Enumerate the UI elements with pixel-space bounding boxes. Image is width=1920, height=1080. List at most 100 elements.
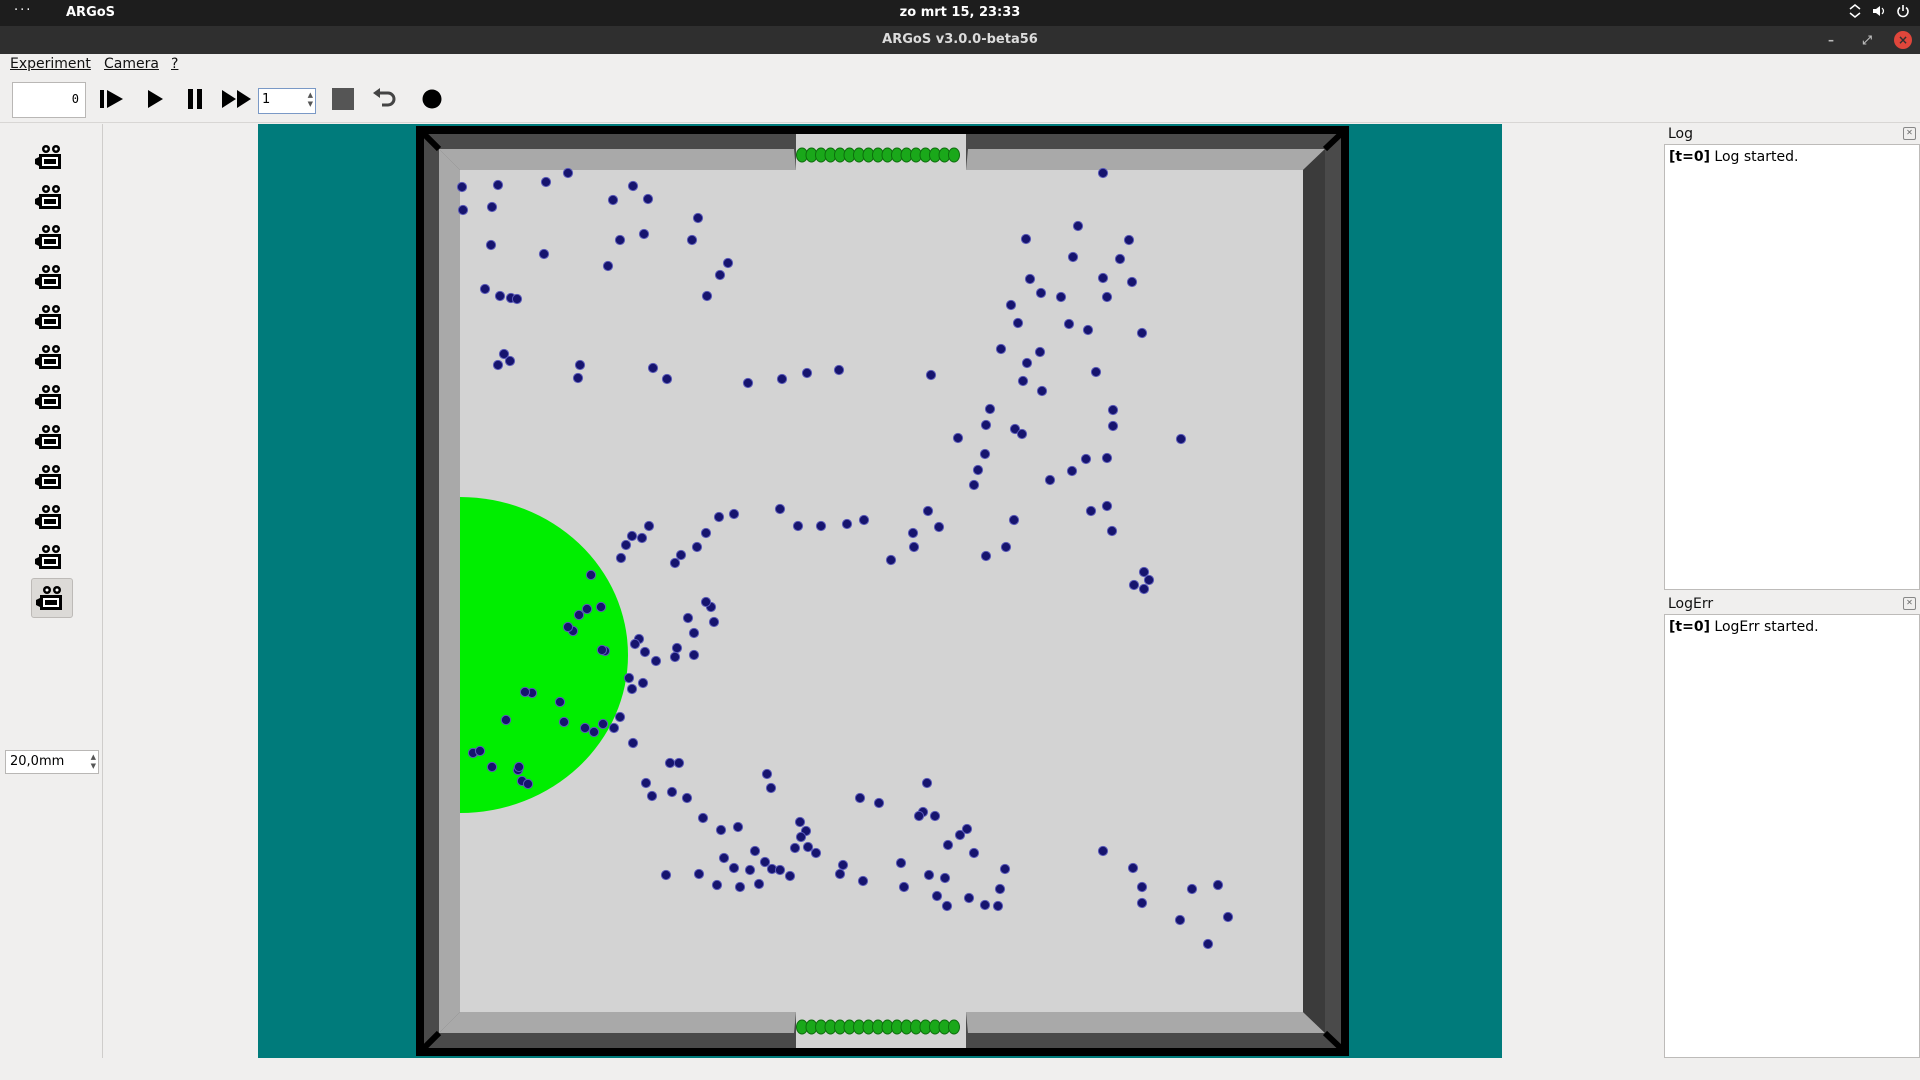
robot (885, 554, 897, 566)
stop-icon (332, 88, 354, 110)
steps-spinner[interactable]: ▲ ▼ (308, 91, 313, 109)
robot (636, 532, 648, 544)
pause-button[interactable] (180, 84, 210, 114)
stop-button[interactable] (328, 84, 358, 114)
focal-length-input[interactable]: 20,0mm ▲ ▼ (5, 750, 99, 774)
robot (692, 212, 704, 224)
robot (629, 638, 641, 650)
robot (923, 869, 935, 881)
robot (714, 269, 726, 281)
robot (1008, 514, 1020, 526)
camera-button-9[interactable] (31, 458, 71, 496)
play-button[interactable] (139, 84, 169, 114)
robot (873, 797, 885, 809)
robot (681, 792, 693, 804)
logerr-text-area[interactable]: [t=0] LogErr started. (1664, 614, 1920, 1058)
robot (815, 520, 827, 532)
arena-view[interactable] (258, 124, 1502, 1058)
window-titlebar[interactable]: ARGoS v3.0.0-beta56 – ⤢ × (0, 26, 1920, 54)
menu-camera[interactable]: Camera (104, 56, 159, 72)
logerr-float-icon[interactable]: ✕ (1903, 597, 1916, 610)
robot (979, 448, 991, 460)
robot (833, 364, 845, 376)
record-button[interactable] (417, 84, 447, 114)
robot (759, 856, 771, 868)
focal-length-spinner[interactable]: ▲ ▼ (91, 753, 96, 771)
video-camera-icon (35, 425, 61, 449)
camera-button-12[interactable] (31, 578, 73, 618)
camera-button-5[interactable] (31, 298, 71, 336)
robot (931, 890, 943, 902)
step-button[interactable] (97, 84, 127, 114)
robot (1067, 251, 1079, 263)
arena-viewport[interactable] (258, 124, 1502, 1058)
robot (615, 552, 627, 564)
fast-forward-steps-input[interactable]: 1 ▲ ▼ (258, 88, 316, 114)
robot (942, 839, 954, 851)
right-wall-inner-face (1303, 149, 1325, 1033)
camera-button-6[interactable] (31, 338, 71, 376)
robot (795, 831, 807, 843)
robot (711, 879, 723, 891)
log-float-icon[interactable]: ✕ (1903, 127, 1916, 140)
system-tray[interactable] (1848, 4, 1910, 18)
fast-forward-button[interactable] (220, 84, 254, 114)
camera-button-7[interactable] (31, 378, 71, 416)
camera-button-10[interactable] (31, 498, 71, 536)
robot (1222, 911, 1234, 923)
camera-button-11[interactable] (31, 538, 71, 576)
robot (984, 403, 996, 415)
robot (963, 892, 975, 904)
robot (776, 373, 788, 385)
volume-icon[interactable] (1872, 4, 1886, 18)
robot (858, 514, 870, 526)
camera-button-2[interactable] (31, 178, 71, 216)
robot (602, 260, 614, 272)
toolbar: 0 1 ▲ ▼ (0, 76, 1920, 123)
camera-button-4[interactable] (31, 258, 71, 296)
focal-length-value: 20,0mm (10, 754, 65, 769)
robot (801, 367, 813, 379)
robot (713, 511, 725, 523)
robot (643, 520, 655, 532)
log-dock: Log ✕ [t=0] Log started. (1664, 124, 1920, 590)
close-icon[interactable]: × (1894, 31, 1912, 49)
robot (1136, 327, 1148, 339)
robot (1186, 883, 1198, 895)
minimize-icon[interactable]: – (1822, 31, 1840, 49)
camera-button-3[interactable] (31, 218, 71, 256)
camera-button-1[interactable] (31, 138, 71, 176)
fast-forward-steps-value: 1 (262, 92, 271, 107)
reset-button[interactable] (369, 84, 399, 114)
power-icon[interactable] (1896, 4, 1910, 18)
bottom-gate-marker (948, 1019, 960, 1035)
maximize-icon[interactable]: ⤢ (1858, 31, 1876, 49)
robot (596, 644, 608, 656)
robot (728, 862, 740, 874)
status-bar (0, 1058, 1920, 1080)
robot (675, 549, 687, 561)
robot (992, 900, 1004, 912)
robot (802, 841, 814, 853)
robot (661, 373, 673, 385)
robot (744, 864, 756, 876)
video-camera-icon (35, 305, 61, 329)
robot (673, 757, 685, 769)
clock[interactable]: zo mrt 15, 23:33 (0, 5, 1920, 20)
robot (908, 541, 920, 553)
robot (784, 870, 796, 882)
robot (573, 609, 585, 621)
camera-button-8[interactable] (31, 418, 71, 456)
menu-experiment[interactable]: Experiment (10, 56, 91, 72)
robot (1143, 574, 1155, 586)
robot (504, 355, 516, 367)
log-text-area[interactable]: [t=0] Log started. (1664, 144, 1920, 590)
menu-help[interactable]: ? (171, 56, 178, 72)
bottom-wall-right-face (966, 1012, 1325, 1033)
robot (626, 530, 638, 542)
network-icon[interactable] (1848, 4, 1862, 18)
logerr-line-message: LogErr started. (1714, 619, 1819, 635)
video-camera-icon (35, 385, 61, 409)
robot (486, 201, 498, 213)
robot (968, 847, 980, 859)
